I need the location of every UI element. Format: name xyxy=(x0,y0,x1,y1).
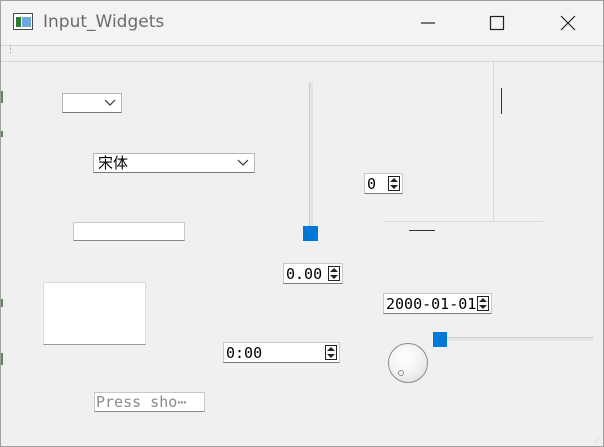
toolbar-separator xyxy=(1,61,603,62)
chevron-down-icon xyxy=(237,159,249,166)
dial-knob[interactable] xyxy=(388,343,428,383)
main-window: Input_Widgets ⋮ 宋体 0:00 Press sho⋯ 0.00 … xyxy=(0,0,604,447)
edge-mark xyxy=(1,131,3,137)
window-title: Input_Widgets xyxy=(43,12,165,32)
dial-notch xyxy=(398,370,404,376)
double-spin-box[interactable]: 0.00 xyxy=(283,263,343,284)
double-spin-value: 0.00 xyxy=(286,265,323,283)
toolbar-grip-icon[interactable]: ⋮ xyxy=(6,46,15,55)
vertical-scrollbar-handle[interactable] xyxy=(501,88,502,114)
line-edit[interactable] xyxy=(73,222,185,241)
combo-box[interactable] xyxy=(62,93,122,113)
spin-box[interactable]: 0 xyxy=(364,173,403,194)
horizontal-slider-groove[interactable] xyxy=(441,337,593,341)
maximize-icon xyxy=(489,15,505,31)
minimize-icon xyxy=(421,22,435,24)
spin-arrows-icon[interactable] xyxy=(388,176,400,191)
size-grip-icon[interactable]: ⋰ xyxy=(594,438,600,444)
date-edit[interactable]: 2000-01-01 xyxy=(383,293,492,314)
key-sequence-placeholder: Press sho⋯ xyxy=(96,393,187,411)
date-edit-value: 2000-01-01 xyxy=(386,295,477,313)
spin-arrows-icon[interactable] xyxy=(328,266,340,281)
font-combo-box[interactable]: 宋体 xyxy=(93,153,255,173)
menubar-separator xyxy=(1,45,603,46)
spin-arrows-icon[interactable] xyxy=(325,345,337,360)
maximize-button[interactable] xyxy=(474,1,520,45)
time-edit-value: 0:00 xyxy=(226,344,263,362)
spin-arrows-icon[interactable] xyxy=(477,296,489,311)
edge-mark xyxy=(1,353,3,365)
horizontal-slider-handle[interactable] xyxy=(433,332,447,347)
close-icon xyxy=(560,15,576,31)
chevron-down-icon xyxy=(104,99,116,106)
edge-mark xyxy=(1,299,3,307)
divider-line xyxy=(383,221,543,222)
app-icon xyxy=(13,13,33,30)
vertical-slider-handle[interactable] xyxy=(303,226,318,241)
spin-box-value: 0 xyxy=(367,175,377,193)
minimize-button[interactable] xyxy=(405,1,451,45)
time-edit[interactable]: 0:00 xyxy=(223,342,340,363)
close-button[interactable] xyxy=(545,1,591,45)
text-edit[interactable] xyxy=(43,282,146,345)
title-bar: Input_Widgets xyxy=(1,1,603,45)
vertical-slider-groove[interactable] xyxy=(309,82,313,233)
font-combo-value: 宋体 xyxy=(98,154,129,172)
divider-line xyxy=(493,62,494,222)
edge-mark xyxy=(1,91,3,103)
key-sequence-edit[interactable]: Press sho⋯ xyxy=(94,392,205,412)
horizontal-scrollbar-handle[interactable] xyxy=(409,230,435,231)
